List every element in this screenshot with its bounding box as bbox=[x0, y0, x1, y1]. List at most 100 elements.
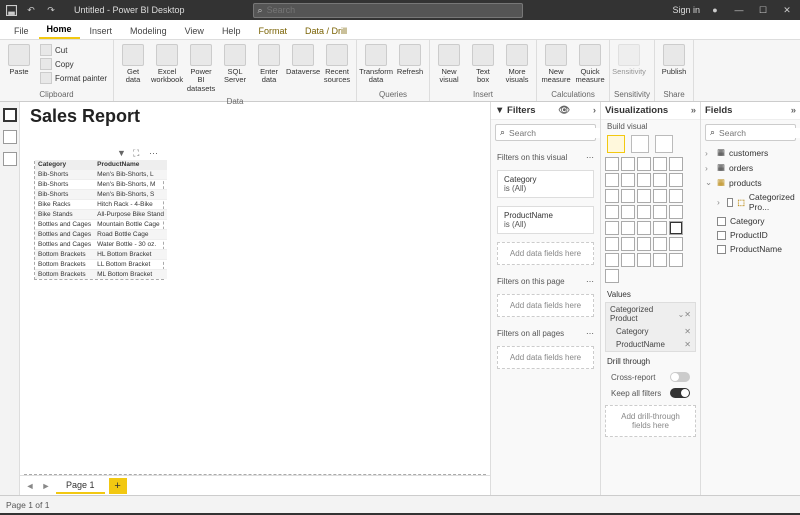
visual-type-tile[interactable] bbox=[637, 157, 651, 171]
tab-help[interactable]: Help bbox=[214, 23, 249, 39]
filters-search[interactable]: ⌕ bbox=[495, 124, 596, 141]
publish-button[interactable]: Publish bbox=[659, 42, 689, 78]
new-measure-button[interactable]: New measure bbox=[541, 42, 571, 87]
analytics-tab-icon[interactable] bbox=[655, 135, 673, 153]
visual-type-tile[interactable] bbox=[653, 253, 667, 267]
tab-insert[interactable]: Insert bbox=[82, 23, 121, 39]
cut-button[interactable]: Cut bbox=[40, 44, 107, 56]
visual-filter-icon[interactable]: ▼ bbox=[117, 148, 127, 158]
collapse-viz-icon[interactable]: » bbox=[691, 105, 696, 116]
more-options-icon[interactable]: ⋯ bbox=[149, 148, 159, 158]
chevron-down-icon[interactable]: ⌄ bbox=[678, 310, 685, 319]
visual-type-tile[interactable] bbox=[605, 269, 619, 283]
quick-measure-button[interactable]: Quick measure bbox=[575, 42, 605, 87]
visual-type-tile[interactable] bbox=[605, 237, 619, 251]
visual-type-tile[interactable] bbox=[621, 173, 635, 187]
visual-type-tile[interactable] bbox=[669, 173, 683, 187]
titlebar-search[interactable]: ⌕ bbox=[253, 3, 523, 18]
visual-type-tile[interactable] bbox=[669, 189, 683, 203]
visual-type-tile[interactable] bbox=[621, 237, 635, 251]
data-view-button[interactable] bbox=[3, 130, 17, 144]
visual-type-tile[interactable] bbox=[621, 157, 635, 171]
maximize-button[interactable]: ☐ bbox=[754, 1, 772, 19]
filters-all-dropzone[interactable]: Add data fields here bbox=[497, 346, 594, 369]
field-checkbox[interactable] bbox=[717, 245, 726, 254]
page-tab-1[interactable]: Page 1 bbox=[56, 478, 105, 494]
text-box-button[interactable]: Text box bbox=[468, 42, 498, 87]
filters-page-dropzone[interactable]: Add data fields here bbox=[497, 294, 594, 317]
column-header[interactable]: Category bbox=[35, 160, 94, 170]
visual-type-tile[interactable] bbox=[605, 189, 619, 203]
show-filter-icon[interactable]: 👁 bbox=[558, 105, 570, 116]
format-tab-icon[interactable] bbox=[631, 135, 649, 153]
drill-through-dropzone[interactable]: Add drill-through fields here bbox=[605, 405, 696, 437]
dataverse-button[interactable]: Dataverse bbox=[288, 42, 318, 78]
table-row[interactable]: Bib-ShortsMen's Bib-Shorts, L bbox=[35, 170, 167, 180]
powerbi-datasets-button[interactable]: Power BI datasets bbox=[186, 42, 216, 95]
more-icon[interactable]: ⋯ bbox=[586, 277, 594, 286]
transform-data-button[interactable]: Transform data bbox=[361, 42, 391, 87]
table-row[interactable]: Bottom BracketsHL Bottom Bracket bbox=[35, 250, 167, 260]
visual-type-tile[interactable] bbox=[637, 253, 651, 267]
visual-type-tile[interactable] bbox=[653, 157, 667, 171]
visual-type-tile[interactable] bbox=[653, 221, 667, 235]
table-row[interactable]: Bottles and CagesRoad Bottle Cage bbox=[35, 230, 167, 240]
filters-visual-dropzone[interactable]: Add data fields here bbox=[497, 242, 594, 265]
field-category[interactable]: Category bbox=[701, 214, 800, 228]
new-visual-button[interactable]: New visual bbox=[434, 42, 464, 87]
fields-search[interactable]: ⌕ bbox=[705, 124, 796, 141]
collapse-fields-icon[interactable]: » bbox=[791, 105, 796, 116]
focus-mode-icon[interactable]: ⛶ bbox=[133, 148, 143, 158]
field-productname[interactable]: ProductName bbox=[701, 242, 800, 256]
visual-type-tile[interactable] bbox=[669, 221, 683, 235]
field-categorized-product[interactable]: ›⬚Categorized Pro... bbox=[701, 190, 800, 214]
build-tab-icon[interactable] bbox=[607, 135, 625, 153]
visual-type-tile[interactable] bbox=[653, 205, 667, 219]
visual-type-tile[interactable] bbox=[653, 237, 667, 251]
visual-type-tile[interactable] bbox=[669, 237, 683, 251]
get-data-button[interactable]: Get data bbox=[118, 42, 148, 87]
tab-data-drill[interactable]: Data / Drill bbox=[297, 23, 355, 39]
add-page-button[interactable]: + bbox=[109, 478, 127, 494]
visual-type-tile[interactable] bbox=[637, 205, 651, 219]
visual-type-tile[interactable] bbox=[605, 157, 619, 171]
visual-type-tile[interactable] bbox=[605, 253, 619, 267]
table-customers[interactable]: ›▦customers bbox=[701, 145, 800, 160]
tab-file[interactable]: File bbox=[6, 23, 37, 39]
table-orders[interactable]: ›▦orders bbox=[701, 160, 800, 175]
visual-type-tile[interactable] bbox=[605, 173, 619, 187]
more-icon[interactable]: ⋯ bbox=[586, 153, 594, 162]
save-icon[interactable] bbox=[4, 3, 18, 17]
paste-button[interactable]: Paste bbox=[4, 42, 34, 78]
page-next-button[interactable]: ► bbox=[40, 480, 52, 492]
visual-type-tile[interactable] bbox=[669, 157, 683, 171]
report-canvas[interactable]: ▼ ⛶ ⋯ CategoryProductNameBib-ShortsMen's… bbox=[24, 131, 486, 475]
recent-sources-button[interactable]: Recent sources bbox=[322, 42, 352, 87]
table-row[interactable]: Bib-ShortsMen's Bib-Shorts, S bbox=[35, 190, 167, 200]
visual-type-tile[interactable] bbox=[653, 173, 667, 187]
remove-field-icon[interactable]: ✕ bbox=[684, 327, 691, 336]
table-row[interactable]: Bottom BracketsML Bottom Bracket bbox=[35, 270, 167, 280]
values-well[interactable]: Categorized Product⌄✕ Category✕ ProductN… bbox=[605, 302, 696, 352]
column-header[interactable]: ProductName bbox=[94, 160, 167, 170]
filter-card-category[interactable]: Categoryis (All) bbox=[497, 170, 594, 198]
table-row[interactable]: Bib-ShortsMen's Bib-Shorts, M bbox=[35, 180, 167, 190]
table-products[interactable]: ⌄▦products bbox=[701, 175, 800, 190]
filter-card-productname[interactable]: ProductNameis (All) bbox=[497, 206, 594, 234]
visual-type-tile[interactable] bbox=[669, 205, 683, 219]
more-icon[interactable]: ⋯ bbox=[586, 329, 594, 338]
visual-type-tile[interactable] bbox=[621, 189, 635, 203]
refresh-button[interactable]: Refresh bbox=[395, 42, 425, 78]
field-productid[interactable]: ProductID bbox=[701, 228, 800, 242]
model-view-button[interactable] bbox=[3, 152, 17, 166]
copy-button[interactable]: Copy bbox=[40, 58, 107, 70]
sensitivity-button[interactable]: Sensitivity bbox=[614, 42, 644, 78]
tab-modeling[interactable]: Modeling bbox=[122, 23, 175, 39]
tab-format[interactable]: Format bbox=[250, 23, 295, 39]
report-view-button[interactable] bbox=[3, 108, 17, 122]
minimize-button[interactable]: — bbox=[730, 1, 748, 19]
table-row[interactable]: Bike RacksHitch Rack - 4-Bike bbox=[35, 200, 167, 210]
page-prev-button[interactable]: ◄ bbox=[24, 480, 36, 492]
field-checkbox[interactable] bbox=[717, 217, 726, 226]
remove-well-icon[interactable]: ✕ bbox=[684, 310, 691, 319]
